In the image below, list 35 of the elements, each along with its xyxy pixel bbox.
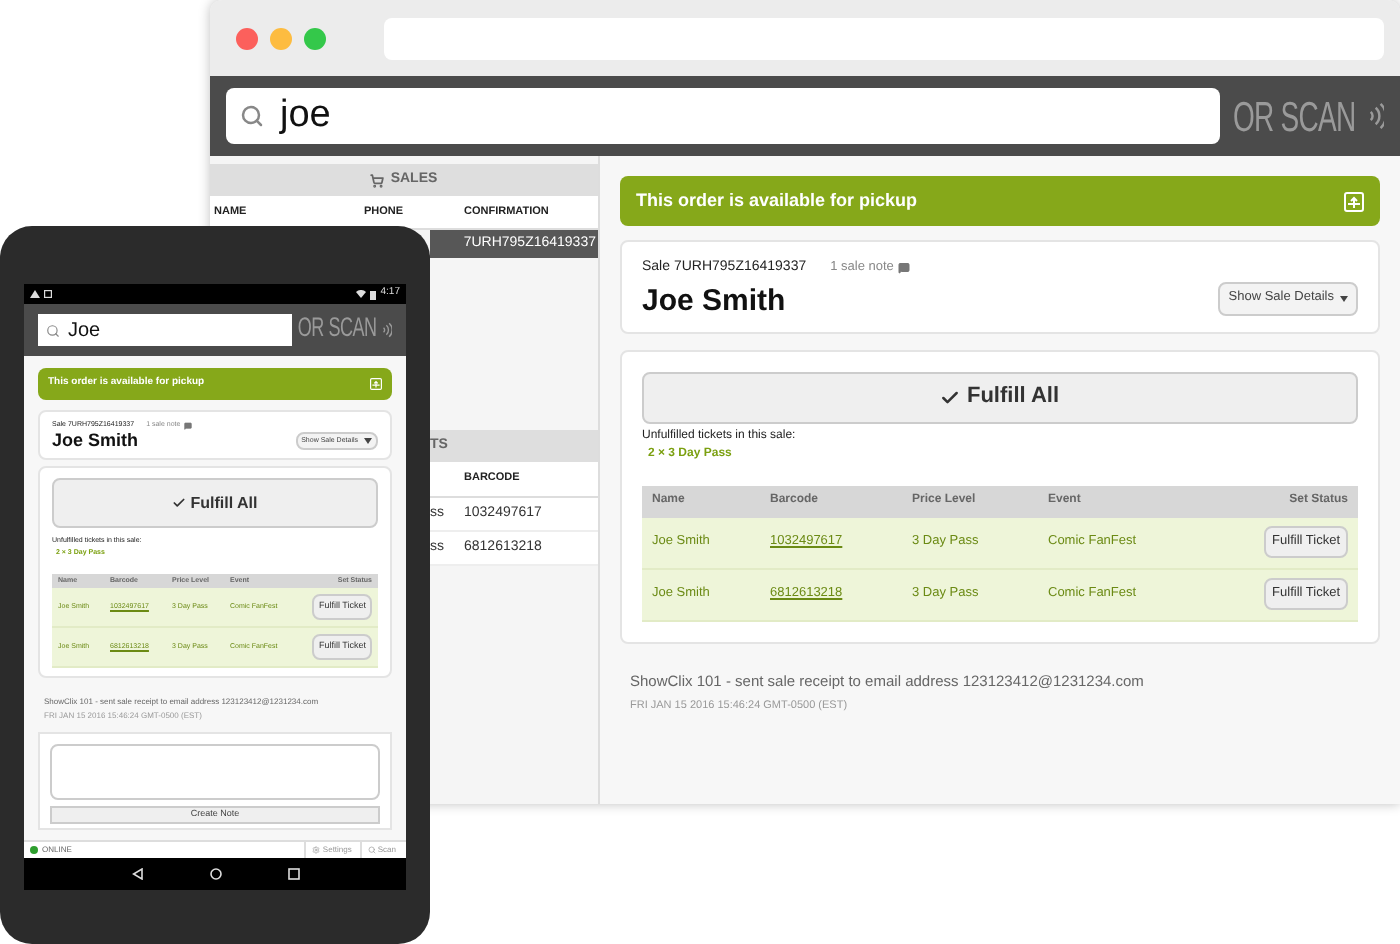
- warning-icon: [30, 290, 40, 298]
- or-scan-label: OR SCAN: [297, 310, 377, 347]
- fulfill-all-button[interactable]: Fulfill All: [52, 478, 378, 529]
- customer-name: Joe Smith: [52, 432, 141, 451]
- search-field[interactable]: Joe: [38, 314, 292, 346]
- recent-apps-icon[interactable]: [287, 868, 299, 880]
- wifi-icon: [356, 290, 367, 298]
- settings-icon: [312, 846, 321, 854]
- home-icon[interactable]: [209, 868, 221, 880]
- tray-arrow-icon[interactable]: [1344, 191, 1364, 211]
- minimize-window-button[interactable]: [270, 27, 292, 49]
- battery-icon: [370, 289, 377, 299]
- comment-icon: [184, 421, 193, 430]
- fulfill-all-button[interactable]: Fulfill All: [642, 371, 1358, 423]
- checkmark-icon: [172, 496, 187, 511]
- search-icon: [367, 846, 376, 854]
- signal-waves-icon: [1367, 102, 1384, 130]
- back-icon[interactable]: [131, 868, 143, 880]
- signal-waves-icon: [382, 322, 392, 338]
- close-window-button[interactable]: [236, 27, 258, 49]
- or-scan-label: OR SCAN: [1232, 88, 1356, 143]
- note-textarea[interactable]: [50, 743, 380, 800]
- banner-text: This order is available for pickup: [636, 187, 918, 214]
- cart-icon: [370, 173, 385, 187]
- caret-icon: [1340, 295, 1348, 301]
- customer-name: Joe Smith: [642, 285, 788, 315]
- search-icon: [240, 104, 264, 128]
- search-icon: [46, 323, 60, 337]
- image-icon: [44, 290, 52, 298]
- search-field[interactable]: joe: [226, 88, 1221, 144]
- maximize-window-button[interactable]: [304, 27, 326, 49]
- tray-arrow-icon[interactable]: [370, 378, 382, 390]
- checkmark-icon: [940, 387, 961, 407]
- comment-icon: [897, 262, 910, 275]
- caret-icon: [364, 438, 372, 445]
